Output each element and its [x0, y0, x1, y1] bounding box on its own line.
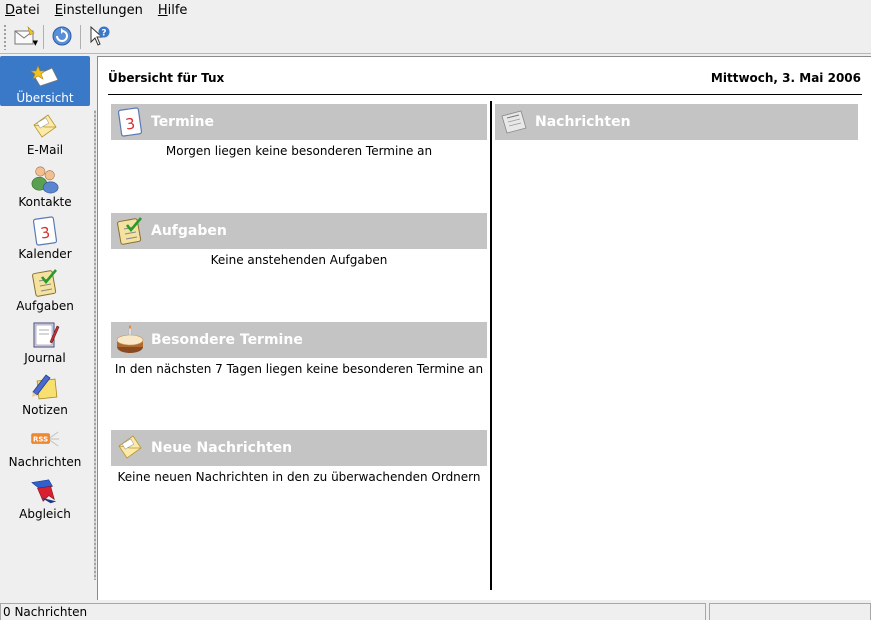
sidebar-item-label: Kalender: [18, 247, 72, 261]
birthday-cake-icon: [115, 325, 145, 355]
new-mail-button[interactable]: ▼: [10, 23, 40, 51]
svg-text:?: ?: [101, 28, 106, 38]
column-divider: [490, 101, 492, 590]
section-title: Neue Nachrichten: [151, 440, 293, 456]
summary-icon: [30, 60, 60, 90]
sync-icon: [30, 476, 60, 506]
toolbar: ▼ ?: [0, 21, 871, 54]
section-title: Besondere Termine: [151, 332, 303, 348]
status-panel: [709, 603, 871, 620]
sidebar-item-kontakte[interactable]: Kontakte: [0, 160, 90, 210]
page-date: Mittwoch, 3. Mai 2006: [710, 71, 861, 85]
page-title: Übersicht für Tux: [108, 71, 225, 85]
section-title: Aufgaben: [151, 223, 227, 239]
whats-this-button[interactable]: ?: [84, 23, 114, 51]
calendar-icon: 3: [30, 216, 60, 246]
svg-text:RSS: RSS: [33, 435, 48, 444]
sidebar-splitter[interactable]: [94, 110, 96, 580]
dropdown-arrow-icon[interactable]: ▼: [33, 40, 38, 47]
toolbar-separator: [43, 25, 44, 49]
sidebar-item-label: Übersicht: [16, 91, 74, 105]
status-message: 0 Nachrichten: [0, 603, 706, 620]
section-termine-text: Morgen liegen keine besonderen Termine a…: [165, 144, 433, 158]
section-nachrichten-header: Nachrichten: [495, 104, 858, 140]
contacts-icon: [30, 164, 60, 194]
section-neue-nachrichten-header: Neue Nachrichten: [111, 430, 487, 466]
toolbar-handle[interactable]: [3, 24, 7, 50]
sidebar-item-label: Nachrichten: [8, 455, 82, 469]
sidebar-item-aufgaben[interactable]: Aufgaben: [0, 264, 90, 314]
sidebar-item-label: Abgleich: [19, 507, 71, 521]
todo-icon: [30, 268, 60, 298]
todo-icon: [115, 216, 145, 246]
section-besondere-termine-header: Besondere Termine: [111, 322, 487, 358]
sidebar-item-label: Aufgaben: [16, 299, 74, 313]
sidebar-item-notizen[interactable]: Notizen: [0, 368, 90, 418]
toolbar-separator: [80, 25, 81, 49]
statusbar: 0 Nachrichten: [0, 602, 871, 620]
mail-icon: [115, 433, 145, 463]
sidebar-item-nachrichten[interactable]: RSS Nachrichten: [0, 420, 90, 470]
menu-hilfe[interactable]: Hilfe: [158, 3, 188, 18]
menubar: Datei Einstellungen Hilfe: [0, 0, 871, 21]
header-divider: [108, 94, 862, 95]
summary-view: Übersicht für Tux Mittwoch, 3. Mai 2006 …: [97, 56, 871, 600]
rss-icon: RSS: [30, 424, 60, 454]
sidebar-item-uebersicht[interactable]: Übersicht: [0, 56, 90, 106]
mail-icon: [30, 112, 60, 142]
section-aufgaben-text: Keine anstehenden Aufgaben: [210, 253, 388, 267]
section-termine-header: 3 Termine: [111, 104, 487, 140]
sidebar-item-label: Notizen: [22, 403, 68, 417]
sidebar: Übersicht E-Mail Kontakte 3 Kalender Auf…: [0, 56, 90, 600]
whats-this-help-icon: ?: [88, 25, 110, 50]
journal-icon: [30, 320, 60, 350]
menu-datei[interactable]: Datei: [5, 3, 40, 18]
sync-icon: [51, 25, 73, 50]
sync-button[interactable]: [47, 23, 77, 51]
sidebar-item-kalender[interactable]: 3 Kalender: [0, 212, 90, 262]
sidebar-item-email[interactable]: E-Mail: [0, 108, 90, 158]
sidebar-item-label: Journal: [24, 351, 66, 365]
section-besondere-termine-text: In den nächsten 7 Tagen liegen keine bes…: [114, 362, 484, 376]
section-aufgaben-header: Aufgaben: [111, 213, 487, 249]
section-title: Nachrichten: [535, 114, 631, 130]
sidebar-item-label: Kontakte: [18, 195, 72, 209]
section-title: Termine: [151, 114, 214, 130]
sidebar-item-abgleich[interactable]: Abgleich: [0, 472, 90, 522]
calendar-icon: 3: [115, 107, 145, 137]
sidebar-item-journal[interactable]: Journal: [0, 316, 90, 366]
newspaper-icon: [499, 107, 529, 137]
sidebar-item-label: E-Mail: [26, 143, 64, 157]
notes-icon: [30, 372, 60, 402]
section-neue-nachrichten-text: Keine neuen Nachrichten in den zu überwa…: [117, 470, 481, 484]
menu-einstellungen[interactable]: Einstellungen: [55, 3, 143, 18]
